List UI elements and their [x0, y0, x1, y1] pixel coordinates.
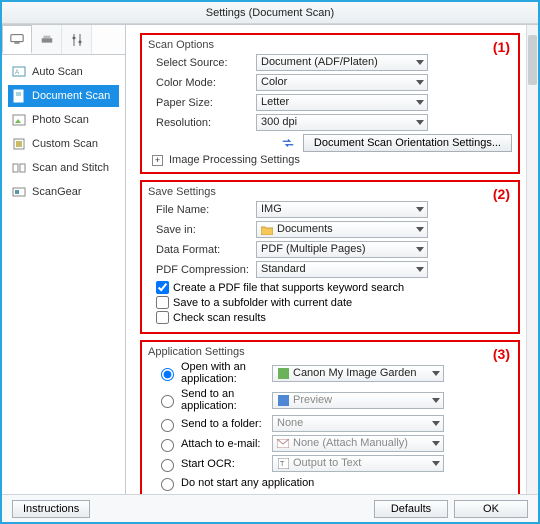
- send-to-folder-dropdown[interactable]: None: [272, 415, 444, 432]
- paper-size-label: Paper Size:: [148, 97, 256, 109]
- send-to-folder-radio[interactable]: [161, 419, 174, 432]
- svg-text:T: T: [280, 461, 285, 468]
- sidebar-item-label: Photo Scan: [32, 114, 89, 126]
- image-processing-expander[interactable]: + Image Processing Settings: [148, 154, 512, 166]
- resolution-dropdown[interactable]: 300 dpi: [256, 114, 428, 131]
- scangear-icon: [12, 185, 26, 199]
- photo-scan-icon: [12, 113, 26, 127]
- text-icon: T: [277, 458, 289, 470]
- section-save-settings: Save Settings (2) File Name: IMG Save in…: [140, 180, 520, 334]
- paper-size-dropdown[interactable]: Letter: [256, 94, 428, 111]
- save-in-label: Save in:: [148, 224, 256, 236]
- data-format-label: Data Format:: [148, 244, 256, 256]
- app-icon: [277, 367, 289, 379]
- attach-email-radio[interactable]: [161, 439, 174, 452]
- sidebar-item-scangear[interactable]: ScanGear: [8, 181, 119, 203]
- section-number: (3): [493, 346, 510, 362]
- select-source-label: Select Source:: [148, 57, 256, 69]
- sidebar-item-photo-scan[interactable]: Photo Scan: [8, 109, 119, 131]
- section-application-settings: Application Settings (3) Open with an ap…: [140, 340, 520, 494]
- swap-icon[interactable]: [281, 136, 295, 150]
- section-number: (2): [493, 186, 510, 202]
- main-panel: Scan Options (1) Select Source: Document…: [126, 25, 538, 494]
- attach-email-dropdown[interactable]: None (Attach Manually): [272, 435, 444, 452]
- section-scan-options: Scan Options (1) Select Source: Document…: [140, 33, 520, 174]
- color-mode-dropdown[interactable]: Color: [256, 74, 428, 91]
- scrollbar-thumb[interactable]: [528, 35, 537, 85]
- sliders-icon: [70, 33, 84, 47]
- svg-text:A: A: [15, 70, 19, 76]
- section-number: (1): [493, 39, 510, 55]
- expand-plus-icon: +: [152, 155, 163, 166]
- section-title: Application Settings: [148, 346, 512, 358]
- sidebar-item-label: Custom Scan: [32, 138, 98, 150]
- file-name-label: File Name:: [148, 204, 256, 216]
- orientation-settings-button[interactable]: Document Scan Orientation Settings...: [303, 134, 512, 152]
- subfolder-date-checkbox[interactable]: [156, 296, 169, 309]
- left-column: A Auto Scan Document Scan Photo Scan Cus…: [2, 25, 126, 494]
- sidebar-item-scan-and-stitch[interactable]: Scan and Stitch: [8, 157, 119, 179]
- custom-scan-icon: [12, 137, 26, 151]
- dialog-footer: Instructions Defaults OK: [2, 494, 538, 522]
- mail-icon: [277, 438, 289, 450]
- window-title: Settings (Document Scan): [2, 2, 538, 24]
- instructions-button[interactable]: Instructions: [12, 500, 90, 518]
- ok-button[interactable]: OK: [454, 500, 528, 518]
- sidebar-item-auto-scan[interactable]: A Auto Scan: [8, 61, 119, 83]
- sidebar-item-label: ScanGear: [32, 186, 82, 198]
- mode-tabbar: [2, 25, 125, 55]
- monitor-icon: [10, 32, 24, 46]
- tab-scan-from-computer[interactable]: [2, 25, 32, 54]
- keyword-search-checkbox[interactable]: [156, 281, 169, 294]
- open-with-app-dropdown[interactable]: Canon My Image Garden: [272, 365, 444, 382]
- save-in-dropdown[interactable]: Documents: [256, 221, 428, 238]
- file-name-combo[interactable]: IMG: [256, 201, 428, 218]
- vertical-scrollbar[interactable]: [526, 25, 538, 494]
- select-source-dropdown[interactable]: Document (ADF/Platen): [256, 54, 428, 71]
- do-not-start-radio[interactable]: [161, 478, 174, 491]
- send-to-app-radio[interactable]: [161, 395, 174, 408]
- resolution-label: Resolution:: [148, 117, 256, 129]
- sidebar-item-label: Auto Scan: [32, 66, 83, 78]
- printer-icon: [40, 33, 54, 47]
- folder-icon: [261, 224, 273, 236]
- start-ocr-dropdown[interactable]: TOutput to Text: [272, 455, 444, 472]
- sidebar-item-label: Document Scan: [32, 90, 110, 102]
- preview-icon: [277, 394, 289, 406]
- document-scan-icon: [12, 89, 26, 103]
- main-layout: A Auto Scan Document Scan Photo Scan Cus…: [2, 24, 538, 494]
- sidebar-item-document-scan[interactable]: Document Scan: [8, 85, 119, 107]
- scan-type-list: A Auto Scan Document Scan Photo Scan Cus…: [2, 55, 125, 211]
- start-ocr-radio[interactable]: [161, 459, 174, 472]
- section-title: Scan Options: [148, 39, 512, 51]
- tab-general-settings[interactable]: [62, 25, 92, 54]
- pdf-compression-dropdown[interactable]: Standard: [256, 261, 428, 278]
- color-mode-label: Color Mode:: [148, 77, 256, 89]
- stitch-icon: [12, 161, 26, 175]
- sidebar-item-label: Scan and Stitch: [32, 162, 109, 174]
- check-scan-results-checkbox[interactable]: [156, 311, 169, 324]
- tab-scan-from-panel[interactable]: [32, 25, 62, 54]
- defaults-button[interactable]: Defaults: [374, 500, 448, 518]
- settings-scroll-area: Scan Options (1) Select Source: Document…: [134, 25, 526, 494]
- auto-scan-icon: A: [12, 65, 26, 79]
- section-title: Save Settings: [148, 186, 512, 198]
- sidebar-item-custom-scan[interactable]: Custom Scan: [8, 133, 119, 155]
- data-format-dropdown[interactable]: PDF (Multiple Pages): [256, 241, 428, 258]
- pdf-compression-label: PDF Compression:: [148, 264, 256, 276]
- send-to-app-dropdown[interactable]: Preview: [272, 392, 444, 409]
- open-with-app-radio[interactable]: [161, 368, 174, 381]
